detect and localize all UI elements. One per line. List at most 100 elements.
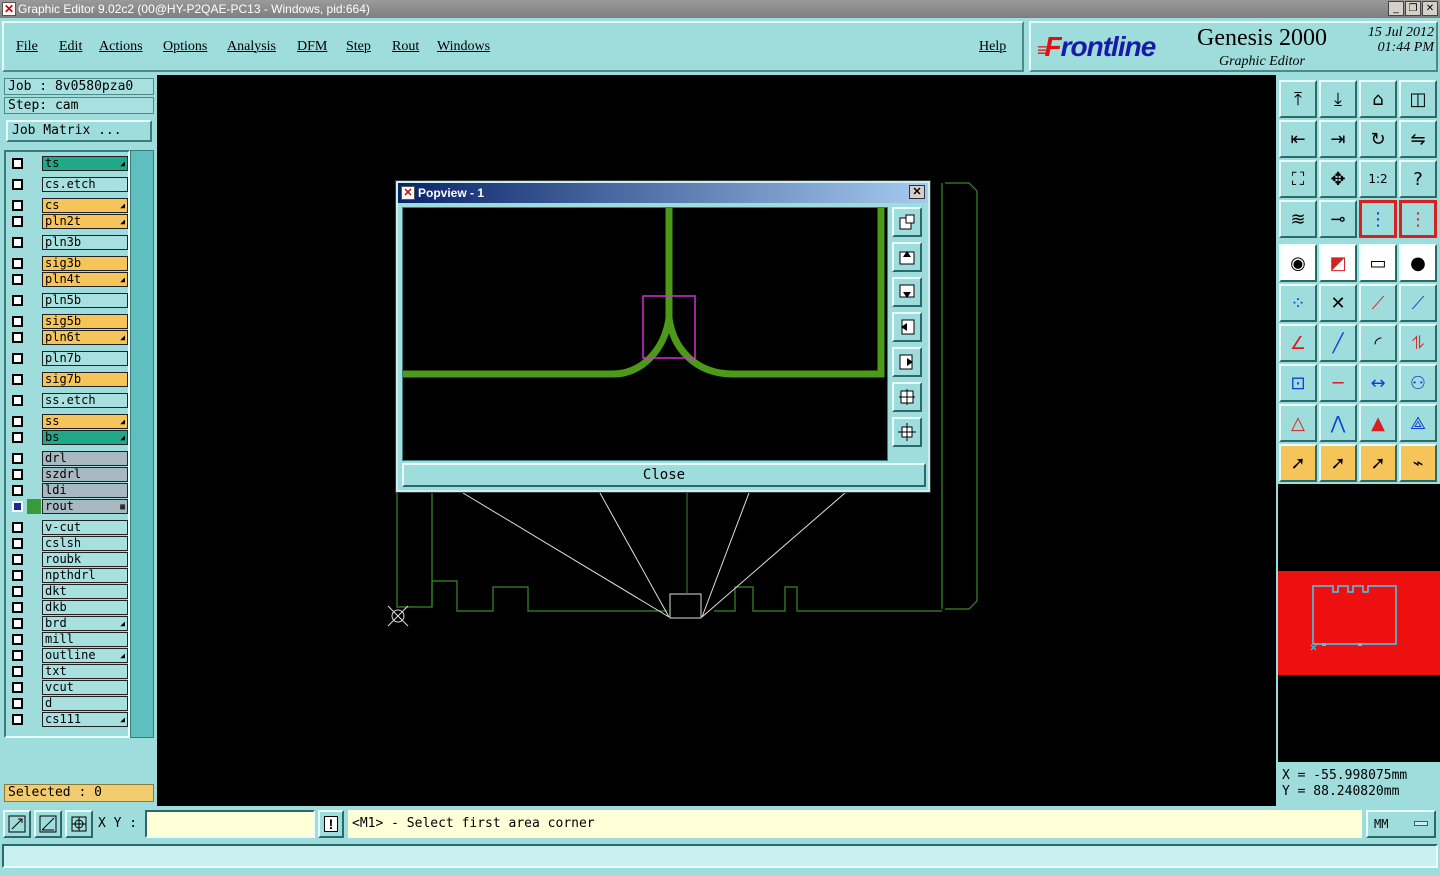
layer-row-dkt[interactable]: dkt xyxy=(8,584,128,599)
popview-close-button[interactable]: Close xyxy=(402,463,926,487)
layer-row-dkb[interactable]: dkb xyxy=(8,600,128,615)
rotate-icon[interactable]: ↻ xyxy=(1359,120,1397,158)
layer-checkbox[interactable] xyxy=(12,158,23,169)
popview-pan-left-icon[interactable] xyxy=(892,312,922,342)
layer-checkbox[interactable] xyxy=(12,316,23,327)
cut-line-icon[interactable]: ─ xyxy=(1319,364,1357,402)
measure-distance-icon[interactable]: ↔ xyxy=(1359,364,1397,402)
layer-row-txt[interactable]: txt xyxy=(8,664,128,679)
zoom-center-icon[interactable]: ✥ xyxy=(1319,160,1357,198)
layer-checkbox[interactable] xyxy=(12,216,23,227)
menu-rout[interactable]: Rout xyxy=(392,39,419,55)
pointer-move-icon[interactable]: ➚ xyxy=(1359,444,1397,482)
layer-row-drl[interactable]: drl xyxy=(8,451,128,466)
layer-row-v-cut[interactable]: v-cut xyxy=(8,520,128,535)
menu-edit[interactable]: Edit xyxy=(59,39,82,55)
net-view-icon[interactable]: ⋮ xyxy=(1359,200,1397,238)
layer-checkbox[interactable] xyxy=(12,586,23,597)
layer-row-sig7b[interactable]: sig7b xyxy=(8,372,128,387)
layer-row-brd[interactable]: brd ◢ xyxy=(8,616,128,631)
connect-nodes-icon[interactable]: ⁘ xyxy=(1279,284,1317,322)
layer-checkbox[interactable] xyxy=(12,602,23,613)
snap-mode-icon[interactable] xyxy=(3,810,31,838)
layer-checkbox[interactable] xyxy=(12,538,23,549)
layer-settings-icon[interactable]: ≋ xyxy=(1279,200,1317,238)
layer-row-roubk[interactable]: roubk xyxy=(8,552,128,567)
split-view-icon[interactable]: ◫ xyxy=(1399,80,1437,118)
popview-zoom-in-icon[interactable] xyxy=(892,382,922,412)
layer-checkbox[interactable] xyxy=(12,332,23,343)
layer-row-sig3b[interactable]: sig3b xyxy=(8,256,128,271)
popview-zoom-out-icon[interactable] xyxy=(892,417,922,447)
layer-checkbox[interactable] xyxy=(12,469,23,480)
layer-checkbox[interactable] xyxy=(12,570,23,581)
color-select-icon[interactable]: ◩ xyxy=(1319,244,1357,282)
layer-checkbox[interactable] xyxy=(12,432,23,443)
line-nodes-icon[interactable]: ⟋ xyxy=(1359,284,1397,322)
move-left-icon[interactable]: ⇤ xyxy=(1279,120,1317,158)
layer-row-ss.etch[interactable]: ss.etch xyxy=(8,393,128,408)
layer-row-d[interactable]: d xyxy=(8,696,128,711)
info-icon[interactable]: ! xyxy=(318,810,344,838)
layer-row-bs[interactable]: bs ◢ xyxy=(8,430,128,445)
layer-checkbox[interactable] xyxy=(12,274,23,285)
layer-checkbox[interactable] xyxy=(12,618,23,629)
layer-checkbox[interactable] xyxy=(12,666,23,677)
route-edit-icon[interactable]: ⌁ xyxy=(1399,444,1437,482)
menu-actions[interactable]: Actions xyxy=(99,39,143,55)
layer-row-szdrl[interactable]: szdrl xyxy=(8,467,128,482)
layer-checkbox[interactable] xyxy=(12,353,23,364)
move-down-icon[interactable]: ⤓ xyxy=(1319,80,1357,118)
triangle-cut-icon[interactable]: ⟁ xyxy=(1399,404,1437,442)
minimap[interactable] xyxy=(1278,484,1440,762)
layer-row-cs[interactable]: cs ◢ xyxy=(8,198,128,213)
layer-checkbox[interactable] xyxy=(12,295,23,306)
circles-icon[interactable]: ⚇ xyxy=(1399,364,1437,402)
close-window-button[interactable]: ✕ xyxy=(1422,1,1438,16)
pad-icon[interactable]: ● xyxy=(1399,244,1437,282)
triangle-icon[interactable]: △ xyxy=(1279,404,1317,442)
help-icon[interactable]: ? xyxy=(1399,160,1437,198)
layer-row-pln4t[interactable]: pln4t ◢ xyxy=(8,272,128,287)
layer-checkbox[interactable] xyxy=(12,650,23,661)
home-icon[interactable]: ⌂ xyxy=(1359,80,1397,118)
cross-icon[interactable]: ✕ xyxy=(1319,284,1357,322)
popview-pan-right-icon[interactable] xyxy=(892,347,922,377)
menu-analysis[interactable]: Analysis xyxy=(227,39,276,55)
popview-pan-down-icon[interactable] xyxy=(892,277,922,307)
menu-help[interactable]: Help xyxy=(979,39,1006,55)
layer-checkbox[interactable] xyxy=(12,453,23,464)
diagonal-icon[interactable]: ╱ xyxy=(1319,324,1357,362)
ruler-icon[interactable]: ▭ xyxy=(1359,244,1397,282)
layer-row-cs.etch[interactable]: cs.etch xyxy=(8,177,128,192)
layer-row-ts[interactable]: ts ◢ xyxy=(8,156,128,171)
job-matrix-button[interactable]: Job Matrix ... xyxy=(6,120,152,142)
layer-checkbox[interactable] xyxy=(12,374,23,385)
layer-checkbox[interactable] xyxy=(12,634,23,645)
popview-canvas[interactable] xyxy=(402,207,888,461)
popview-zoom-home-icon[interactable] xyxy=(892,207,922,237)
layer-checkbox[interactable] xyxy=(12,682,23,693)
pointer-select-icon[interactable]: ➚ xyxy=(1319,444,1357,482)
layer-row-npthdrl[interactable]: npthdrl xyxy=(8,568,128,583)
layer-checkbox[interactable] xyxy=(12,522,23,533)
layer-checkbox[interactable] xyxy=(12,485,23,496)
menu-dfm[interactable]: DFM xyxy=(297,39,327,55)
xy-input[interactable] xyxy=(145,810,315,838)
scale-one-to-two-icon[interactable]: 1:2 xyxy=(1359,160,1397,198)
arc-icon[interactable]: ◜ xyxy=(1359,324,1397,362)
menu-options[interactable]: Options xyxy=(163,39,207,55)
layer-row-pln7b[interactable]: pln7b xyxy=(8,351,128,366)
minimize-button[interactable]: _ xyxy=(1388,1,1404,16)
layer-row-mill[interactable]: mill xyxy=(8,632,128,647)
layer-checkbox[interactable] xyxy=(12,395,23,406)
layer-row-sig5b[interactable]: sig5b xyxy=(8,314,128,329)
layer-checkbox[interactable] xyxy=(12,258,23,269)
mirror-icon[interactable]: ⇋ xyxy=(1399,120,1437,158)
layer-row-rout[interactable]: rout ▦ xyxy=(8,499,128,514)
layer-row-outline[interactable]: outline ◢ xyxy=(8,648,128,663)
measure-mode-icon[interactable] xyxy=(34,810,62,838)
zoom-fit-icon[interactable]: ⛶ xyxy=(1279,160,1317,198)
layer-row-pln3b[interactable]: pln3b xyxy=(8,235,128,250)
pointer-icon[interactable]: ➚ xyxy=(1279,444,1317,482)
